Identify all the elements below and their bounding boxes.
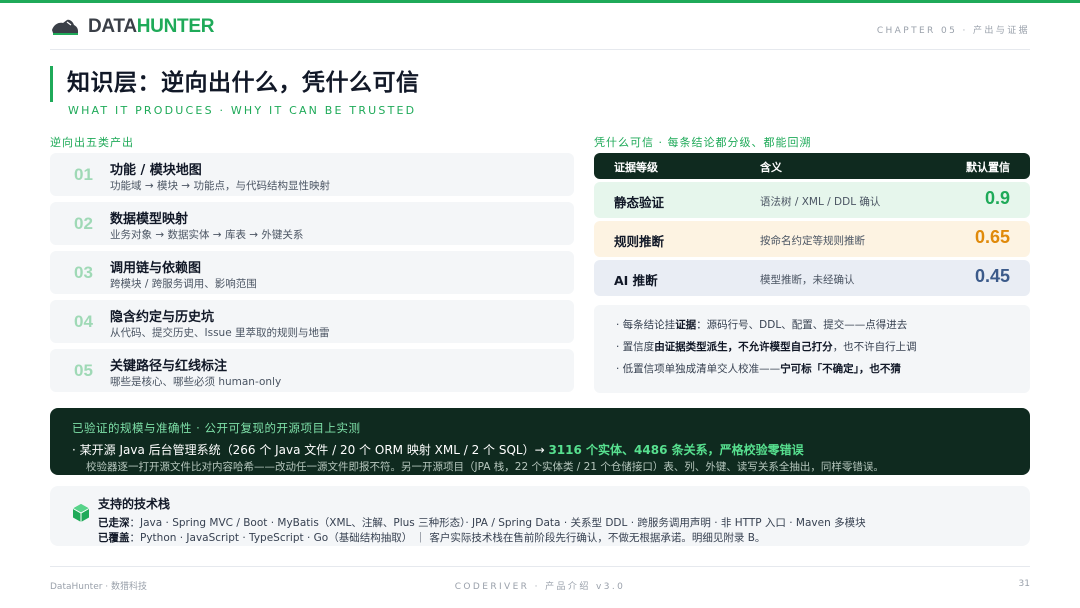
output-description: 哪些是核心、哪些必须 human-only [110,376,282,388]
page-header: DATAHUNTER CHAPTER 05 · 产出与证据 [50,14,1030,50]
verification-result-highlight: 3116 个实体、4486 条关系，严格校验零错误 [548,443,804,457]
verification-detail: 校验器逐一打开源文件比对内容哈希——改动任一源文件即报不符。另一开源项目（JPA… [86,461,884,473]
note-text: ，也不许自行上调 [832,341,917,353]
output-title: 调用链与依赖图 [110,261,202,276]
evidence-level: 规则推断 [614,234,665,249]
verification-result-text: · 某开源 Java 后台管理系统（266 个 Java 文件 / 20 个 O… [72,443,549,457]
trust-row-ai: AI 推断 模型推断，未经确认 0.45 [594,260,1030,296]
output-number: 03 [74,263,93,282]
evidence-level: 静态验证 [614,195,665,210]
trust-table: 证据等级 含义 默认置信 静态验证 语法树 / XML / DDL 确认 0.9… [594,153,1030,299]
output-item: 03 调用链与依赖图 跨模块 / 跨服务调用、影响范围 [50,251,574,294]
note-emphasis: 证据 [675,319,697,331]
output-number: 02 [74,214,93,233]
cube-icon [72,504,90,522]
evidence-meaning: 按命名约定等规则推断 [760,235,865,247]
page-number: 31 [1018,579,1030,589]
note-text: · 低置信项单独成清单交人校准—— [616,363,781,375]
tech-stack-deep-label: 已走深 [98,517,130,529]
tech-stack-covered: 已覆盖：Python · JavaScript · TypeScript · G… [98,530,765,545]
header-meaning: 含义 [760,161,782,174]
brand-name-prefix: DATA [88,16,137,37]
verification-result: · 某开源 Java 后台管理系统（266 个 Java 文件 / 20 个 O… [72,441,804,458]
output-title: 关键路径与红线标注 [110,359,228,374]
tech-stack-panel: 支持的技术栈 已走深：Java · Spring MVC / Boot · My… [50,486,1030,546]
confidence-score: 0.65 [974,227,1010,247]
output-number: 05 [74,361,93,380]
footer-product: CODERIVER · 产品介绍 v3.0 [454,582,626,592]
evidence-meaning: 语法树 / XML / DDL 确认 [760,196,881,208]
header-default-confidence: 默认置信 [966,161,1010,174]
output-number: 01 [74,165,93,184]
sneaker-logo-icon [52,19,78,35]
evidence-meaning: 模型推断，未经确认 [760,274,855,286]
trust-section-label: 凭什么可信 · 每条结论都分级、都能回溯 [594,136,812,149]
trust-note: · 置信度由证据类型派生，不允许模型自己打分，也不许自行上调 [616,339,917,354]
note-text: · 每条结论挂 [616,319,676,331]
tech-stack-deep-text: ：Java · Spring MVC / Boot · MyBatis（XML、… [129,517,866,529]
page-title: 知识层：逆向出什么，凭什么可信 [67,70,420,96]
output-title: 功能 / 模块地图 [110,163,202,178]
brand-name-suffix: HUNTER [136,16,215,37]
output-item: 02 数据模型映射 业务对象 → 数据实体 → 库表 → 外键关系 [50,202,574,245]
trust-note: · 每条结论挂证据：源码行号、DDL、配置、提交——点得进去 [616,317,907,332]
chapter-label: CHAPTER 05 · 产出与证据 [876,26,1030,36]
output-description: 跨模块 / 跨服务调用、影响范围 [110,278,257,290]
outputs-section-label: 逆向出五类产出 [50,136,134,149]
output-title: 隐含约定与历史坑 [110,310,215,325]
note-text: · 置信度 [616,341,655,353]
output-title: 数据模型映射 [110,212,189,227]
output-description: 业务对象 → 数据实体 → 库表 → 外键关系 [110,229,304,241]
output-number: 04 [74,312,93,331]
trust-notes: · 每条结论挂证据：源码行号、DDL、配置、提交——点得进去 · 置信度由证据类… [594,305,1030,393]
note-emphasis: 由证据类型派生，不允许模型自己打分 [654,341,833,353]
output-list: 01 功能 / 模块地图 功能域 → 模块 → 功能点，与代码结构显性映射 02… [50,153,574,398]
brand-name: DATAHUNTER [88,16,214,38]
output-description: 从代码、提交历史、Issue 里萃取的规则与地雷 [110,327,330,339]
evidence-level: AI 推断 [614,273,658,288]
tech-stack-covered-label: 已覆盖 [98,532,130,544]
tech-stack-title: 支持的技术栈 [98,497,171,511]
trust-row-static: 静态验证 语法树 / XML / DDL 确认 0.9 [594,182,1030,218]
output-description: 功能域 → 模块 → 功能点，与代码结构显性映射 [110,180,330,192]
output-item: 04 隐含约定与历史坑 从代码、提交历史、Issue 里萃取的规则与地雷 [50,300,574,343]
tech-stack-covered-text: ：Python · JavaScript · TypeScript · Go（基… [129,532,766,544]
top-accent-bar [0,0,1080,3]
verification-panel: 已验证的规模与准确性 · 公开可复现的开源项目上实测 · 某开源 Java 后台… [50,408,1030,475]
confidence-score: 0.45 [974,266,1010,286]
tech-stack-deep: 已走深：Java · Spring MVC / Boot · MyBatis（X… [98,515,866,530]
confidence-score: 0.9 [984,188,1010,208]
note-text: ：源码行号、DDL、配置、提交——点得进去 [696,319,908,331]
trust-table-header: 证据等级 含义 默认置信 [594,153,1030,179]
title-block: 知识层：逆向出什么，凭什么可信 [50,66,420,102]
output-item: 05 关键路径与红线标注 哪些是核心、哪些必须 human-only [50,349,574,392]
output-item: 01 功能 / 模块地图 功能域 → 模块 → 功能点，与代码结构显性映射 [50,153,574,196]
trust-row-rule: 规则推断 按命名约定等规则推断 0.65 [594,221,1030,257]
page-footer: DataHunter · 数猎科技 CODERIVER · 产品介绍 v3.0 … [50,566,1030,596]
note-emphasis: 宁可标「不确定」，也不猜 [780,363,901,375]
header-evidence-level: 证据等级 [614,161,658,174]
brand-logo: DATAHUNTER [50,16,214,38]
trust-note: · 低置信项单独成清单交人校准——宁可标「不确定」，也不猜 [616,361,901,376]
page-subtitle: WHAT IT PRODUCES · WHY IT CAN BE TRUSTED [68,104,417,117]
verification-title: 已验证的规模与准确性 · 公开可复现的开源项目上实测 [72,421,361,435]
